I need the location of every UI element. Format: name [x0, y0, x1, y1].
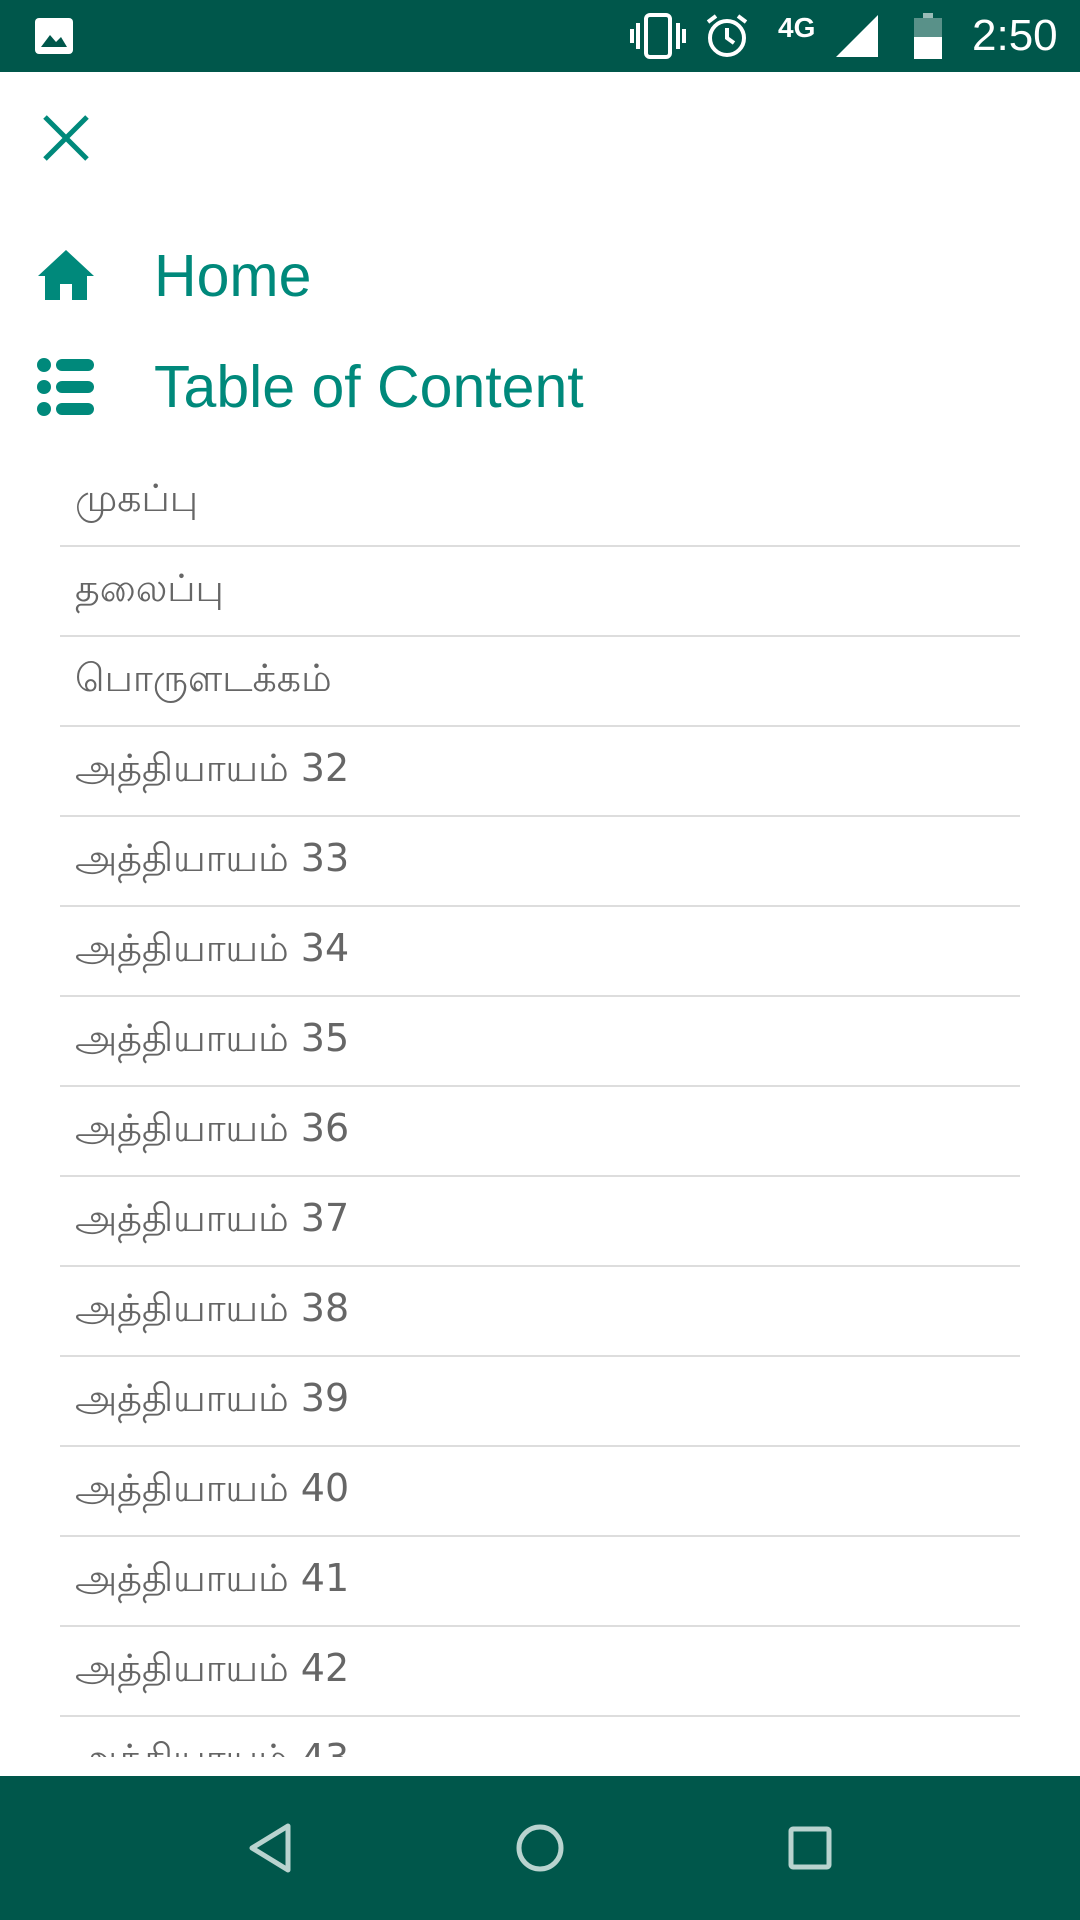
toc-item-chapter-33[interactable]: அத்தியாயம் 33	[60, 817, 1020, 907]
home-label: Home	[154, 242, 312, 309]
toc-item-chapter-40[interactable]: அத்தியாயம் 40	[60, 1447, 1020, 1537]
status-bar: 4G 2:50	[0, 0, 1080, 72]
signal-icon	[836, 0, 878, 72]
clock: 2:50	[972, 11, 1058, 60]
toc-item-chapter-34[interactable]: அத்தியாயம் 34	[60, 907, 1020, 997]
recents-button[interactable]	[774, 1812, 846, 1884]
close-button[interactable]	[36, 108, 96, 168]
toc-list[interactable]: முகப்பு தலைப்பு பொருளடக்கம் அத்தியாயம் 3…	[60, 457, 1020, 1757]
network-type: 4G	[778, 12, 816, 43]
back-button[interactable]	[234, 1812, 306, 1884]
vibrate-icon	[630, 0, 686, 72]
toc-item-chapter-36[interactable]: அத்தியாயம் 36	[60, 1087, 1020, 1177]
toc-item-chapter-35[interactable]: அத்தியாயம் 35	[60, 997, 1020, 1087]
home-circle-icon	[516, 1824, 564, 1872]
recents-icon	[788, 1826, 832, 1870]
image-icon	[35, 18, 73, 54]
battery-icon	[914, 0, 942, 72]
alarm-icon	[704, 0, 750, 72]
toc-item-chapter-42[interactable]: அத்தியாயம் 42	[60, 1627, 1020, 1717]
home-icon	[38, 250, 94, 300]
toc-item-chapter-39[interactable]: அத்தியாயம் 39	[60, 1357, 1020, 1447]
toc-label: Table of Content	[154, 353, 584, 420]
toc-item-contents[interactable]: பொருளடக்கம்	[60, 637, 1020, 727]
toc-nav-item[interactable]: Table of Content	[36, 357, 584, 417]
home-system-button[interactable]	[504, 1812, 576, 1884]
toc-item-chapter-32[interactable]: அத்தியாயம் 32	[60, 727, 1020, 817]
toc-item-chapter-43[interactable]: அத்தியாயம் 43	[60, 1717, 1020, 1757]
home-nav-item[interactable]: Home	[36, 246, 311, 306]
toc-item-chapter-41[interactable]: அத்தியாயம் 41	[60, 1537, 1020, 1627]
toc-item-chapter-37[interactable]: அத்தியாயம் 37	[60, 1177, 1020, 1267]
back-icon	[249, 1823, 291, 1873]
system-nav-bar	[0, 1776, 1080, 1920]
toc-item-cover[interactable]: முகப்பு	[60, 457, 1020, 547]
list-icon	[37, 358, 94, 416]
close-icon	[43, 115, 89, 161]
toc-item-chapter-38[interactable]: அத்தியாயம் 38	[60, 1267, 1020, 1357]
toc-item-title[interactable]: தலைப்பு	[60, 547, 1020, 637]
